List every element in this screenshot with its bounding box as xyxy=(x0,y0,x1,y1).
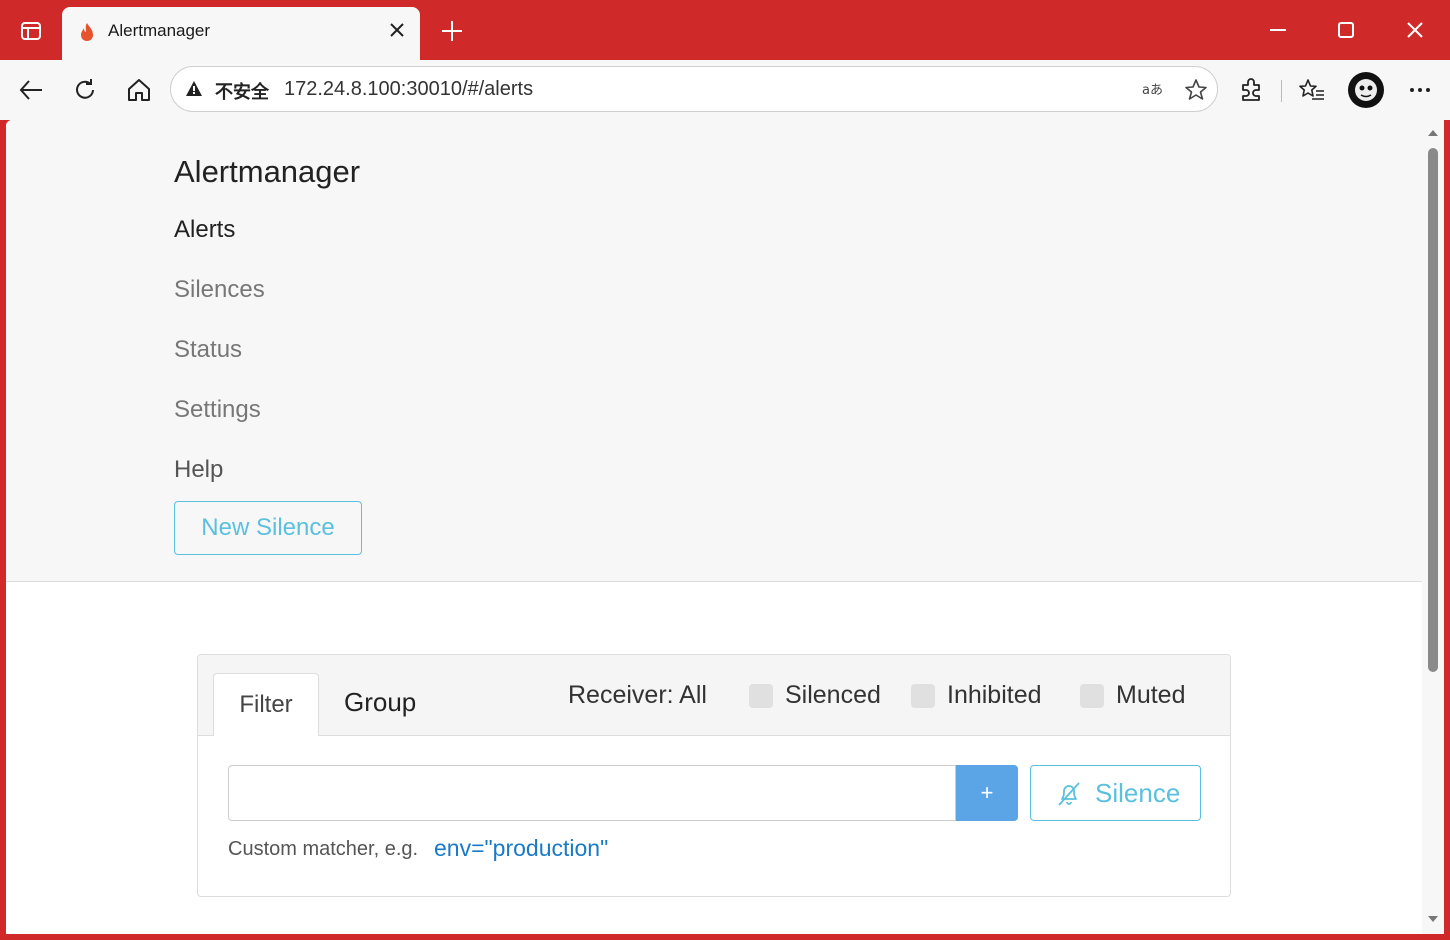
tab-group[interactable]: Group xyxy=(344,687,416,718)
muted-checkbox[interactable] xyxy=(1080,684,1104,708)
favorites-icon[interactable] xyxy=(1299,77,1325,103)
nav-alerts[interactable]: Alerts xyxy=(174,216,235,244)
matcher-hint: Custom matcher, e.g. xyxy=(228,838,419,860)
silence-button-label: Silence xyxy=(1095,778,1181,808)
scroll-up-arrow-icon[interactable] xyxy=(1427,128,1439,138)
vertical-scrollbar[interactable] xyxy=(1422,120,1444,934)
alertmanager-favicon-icon xyxy=(81,23,93,41)
back-icon[interactable] xyxy=(18,77,44,103)
more-menu-icon[interactable] xyxy=(1407,77,1433,103)
warning-icon[interactable] xyxy=(185,80,203,98)
avatar-face-icon xyxy=(1355,79,1377,101)
silence-button[interactable]: Silence xyxy=(1030,765,1201,821)
matcher-input[interactable] xyxy=(228,765,956,821)
new-tab-icon[interactable] xyxy=(440,19,464,43)
toolbar-separator xyxy=(1281,80,1282,102)
inhibited-checkbox[interactable] xyxy=(911,684,935,708)
brand-title[interactable]: Alertmanager xyxy=(174,154,360,190)
add-matcher-button[interactable]: + xyxy=(956,765,1018,821)
nav-status[interactable]: Status xyxy=(174,336,242,364)
new-silence-button[interactable]: New Silence xyxy=(174,501,362,555)
bell-slash-icon xyxy=(1058,782,1080,806)
maximize-icon[interactable] xyxy=(1334,18,1358,42)
filter-card: Filter Group Receiver: All Silenced Inhi… xyxy=(197,654,1231,897)
navbar: Alertmanager Alerts Silences Status Sett… xyxy=(6,120,1422,582)
translate-icon[interactable]: aあ xyxy=(1141,78,1165,102)
tab-title: Alertmanager xyxy=(108,21,211,40)
address-bar[interactable]: 不安全 172.24.8.100:30010/#/alerts aあ xyxy=(170,66,1218,112)
favorite-star-icon[interactable] xyxy=(1184,78,1208,102)
window-menu-icon[interactable] xyxy=(20,20,42,42)
scrollbar-thumb[interactable] xyxy=(1428,148,1438,672)
silenced-checkbox[interactable] xyxy=(749,684,773,708)
browser-title-bar: Alertmanager xyxy=(0,0,1450,60)
refresh-icon[interactable] xyxy=(72,77,98,103)
tab-filter[interactable]: Filter xyxy=(213,673,319,736)
muted-label[interactable]: Muted xyxy=(1116,681,1185,710)
page-viewport: Alertmanager Alerts Silences Status Sett… xyxy=(6,120,1422,934)
profile-avatar[interactable] xyxy=(1348,72,1384,108)
close-tab-icon[interactable] xyxy=(388,21,406,39)
inhibited-label[interactable]: Inhibited xyxy=(947,681,1042,710)
silenced-label[interactable]: Silenced xyxy=(785,681,881,710)
svg-text:aあ: aあ xyxy=(1142,83,1163,98)
receiver-selector[interactable]: Receiver: All xyxy=(568,681,707,710)
home-icon[interactable] xyxy=(126,77,152,103)
browser-tab[interactable]: Alertmanager xyxy=(62,7,420,60)
matcher-example-link[interactable]: env="production" xyxy=(434,835,608,862)
extensions-icon[interactable] xyxy=(1238,77,1264,103)
nav-help[interactable]: Help xyxy=(174,456,223,484)
nav-silences[interactable]: Silences xyxy=(174,276,265,304)
security-label[interactable]: 不安全 xyxy=(215,78,269,104)
nav-settings[interactable]: Settings xyxy=(174,396,261,424)
close-window-icon[interactable] xyxy=(1403,18,1427,42)
filter-card-header: Filter Group Receiver: All Silenced Inhi… xyxy=(198,655,1230,736)
minimize-icon[interactable] xyxy=(1266,18,1290,42)
url-text[interactable]: 172.24.8.100:30010/#/alerts xyxy=(284,78,533,101)
browser-toolbar: 不安全 172.24.8.100:30010/#/alerts aあ xyxy=(0,60,1450,120)
scroll-down-arrow-icon[interactable] xyxy=(1427,914,1439,924)
